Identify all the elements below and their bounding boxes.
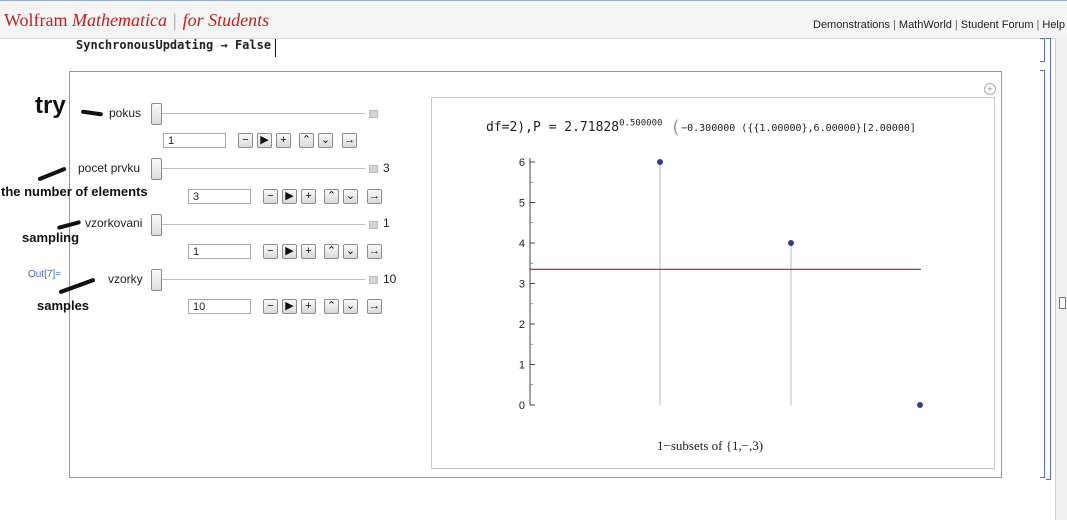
minus-button-vzorky[interactable]: − — [263, 299, 278, 314]
y-tick-label: 3 — [519, 279, 525, 291]
plus-button-pokus[interactable]: + — [276, 133, 291, 148]
link-demonstrations[interactable]: Demonstrations — [813, 19, 890, 31]
faster-button-vzorky[interactable]: ⌃ — [324, 299, 339, 314]
annotation-samples: samples — [37, 298, 90, 313]
slider-expand-vzorky[interactable] — [369, 276, 378, 284]
control-label-vzorkovani: vzorkovani — [85, 216, 143, 230]
brand-logo[interactable]: Wolfram Mathematica | for Students — [4, 10, 269, 31]
slider-track-pokus[interactable] — [160, 113, 365, 114]
slider-track-vzorkovani[interactable] — [160, 224, 365, 225]
link-help[interactable]: Help — [1042, 19, 1065, 31]
annotation-try: try — [35, 92, 66, 119]
direction-button-vzorky[interactable]: → — [367, 299, 382, 314]
y-tick-label: 1 — [519, 360, 525, 372]
control-label-pokus: pokus — [109, 106, 142, 120]
slider-track-vzorky[interactable] — [160, 279, 365, 280]
input-vzorkovani[interactable]: 1 — [188, 244, 251, 259]
plus-button-pocet-prvku[interactable]: + — [301, 189, 316, 204]
top-links: Demonstrations | MathWorld | Student Forum | H… — [813, 19, 1065, 31]
cell-bracket-input[interactable] — [1040, 38, 1045, 62]
plot-title-exponent: 0.500000 — [619, 118, 663, 129]
brand-wolfram: Wolfram — [4, 10, 68, 30]
minus-button-vzorkovani[interactable]: − — [263, 244, 278, 259]
close-icon[interactable]: + — [984, 83, 996, 95]
cell-bracket-group[interactable] — [1046, 38, 1051, 480]
slider-value-pocet-prvku: 3 — [383, 161, 390, 175]
play-button-vzorky[interactable]: ▶ — [282, 299, 297, 314]
direction-button-pocet-prvku[interactable]: → — [367, 189, 382, 204]
plot-xlabel: 1−subsets of {1,−,3) — [657, 438, 764, 453]
y-tick-label: 4 — [519, 238, 525, 250]
plot-title-tail: −0.300000 ({{1.00000},6.00000}[2.00000] — [681, 123, 916, 134]
link-mathworld[interactable]: MathWorld — [899, 19, 952, 31]
input-pocet-prvku[interactable]: 3 — [188, 189, 251, 204]
y-tick-label: 5 — [519, 198, 525, 210]
slider-thumb-vzorkovani[interactable] — [151, 214, 162, 236]
play-button-vzorkovani[interactable]: ▶ — [282, 244, 297, 259]
slider-track-pocet-prvku[interactable] — [160, 168, 365, 169]
code-line: SynchronousUpdating → False — [76, 38, 272, 52]
minus-button-pocet-prvku[interactable]: − — [263, 189, 278, 204]
slower-button-vzorkovani[interactable]: ⌄ — [343, 244, 358, 259]
direction-button-vzorkovani[interactable]: → — [367, 244, 382, 259]
slider-thumb-pokus[interactable] — [151, 103, 162, 125]
annotation-number-of-elements: the number of elements — [1, 184, 148, 199]
slider-expand-pocet-prvku[interactable] — [369, 165, 378, 173]
faster-button-pokus[interactable]: ⌃ — [299, 133, 314, 148]
link-student-forum[interactable]: Student Forum — [961, 19, 1034, 31]
out-label: Out[7]= — [28, 269, 62, 280]
plot-chart: 0 1 2 3 4 5 6 — [519, 157, 923, 412]
input-pokus[interactable]: 1 — [163, 133, 226, 148]
y-tick-label: 0 — [519, 400, 525, 412]
input-vzorky[interactable]: 10 — [188, 299, 251, 314]
slower-button-vzorky[interactable]: ⌄ — [343, 299, 358, 314]
slower-button-pocet-prvku[interactable]: ⌄ — [343, 189, 358, 204]
slider-thumb-pocet-prvku[interactable] — [151, 158, 162, 180]
scrollbar-thumb[interactable] — [1059, 297, 1066, 309]
cell-bracket-output[interactable] — [1040, 70, 1045, 478]
y-tick-label: 2 — [519, 319, 525, 331]
top-bar: Wolfram Mathematica | for Students Demonst… — [0, 0, 1067, 39]
faster-button-pocet-prvku[interactable]: ⌃ — [324, 189, 339, 204]
plus-button-vzorky[interactable]: + — [301, 299, 316, 314]
annotation-stroke-2 — [37, 166, 67, 182]
data-point — [657, 159, 663, 165]
brand-divider: | — [173, 10, 177, 30]
faster-button-vzorkovani[interactable]: ⌃ — [324, 244, 339, 259]
annotation-sampling: sampling — [22, 230, 80, 245]
plot-title: df=2),P = 2.718280.500000 (−0.300000 ({{… — [486, 117, 916, 138]
slider-value-vzorky: 10 — [383, 272, 397, 286]
slider-expand-vzorkovani[interactable] — [369, 221, 378, 229]
data-point — [917, 402, 923, 408]
vertical-scrollbar[interactable] — [1055, 38, 1067, 520]
play-button-pokus[interactable]: ▶ — [257, 133, 272, 148]
brand-mathematica: Mathematica — [72, 10, 168, 30]
text-cursor — [275, 39, 276, 57]
play-button-pocet-prvku[interactable]: ▶ — [282, 189, 297, 204]
y-tick-label: 6 — [519, 157, 525, 169]
direction-button-pokus[interactable]: → — [342, 133, 357, 148]
slider-value-vzorkovani: 1 — [383, 216, 390, 230]
control-label-pocet-prvku: pocet prvku — [78, 161, 141, 175]
minus-button-pokus[interactable]: − — [238, 133, 253, 148]
data-point — [788, 240, 794, 246]
brand-for-students: for Students — [182, 10, 270, 30]
slider-expand-pokus[interactable] — [369, 110, 378, 118]
plot-title-main: df=2),P = 2.71828 — [486, 120, 620, 135]
slider-thumb-vzorky[interactable] — [151, 269, 162, 291]
control-label-vzorky: vzorky — [108, 272, 143, 286]
plus-button-vzorkovani[interactable]: + — [301, 244, 316, 259]
slower-button-pokus[interactable]: ⌄ — [318, 133, 333, 148]
